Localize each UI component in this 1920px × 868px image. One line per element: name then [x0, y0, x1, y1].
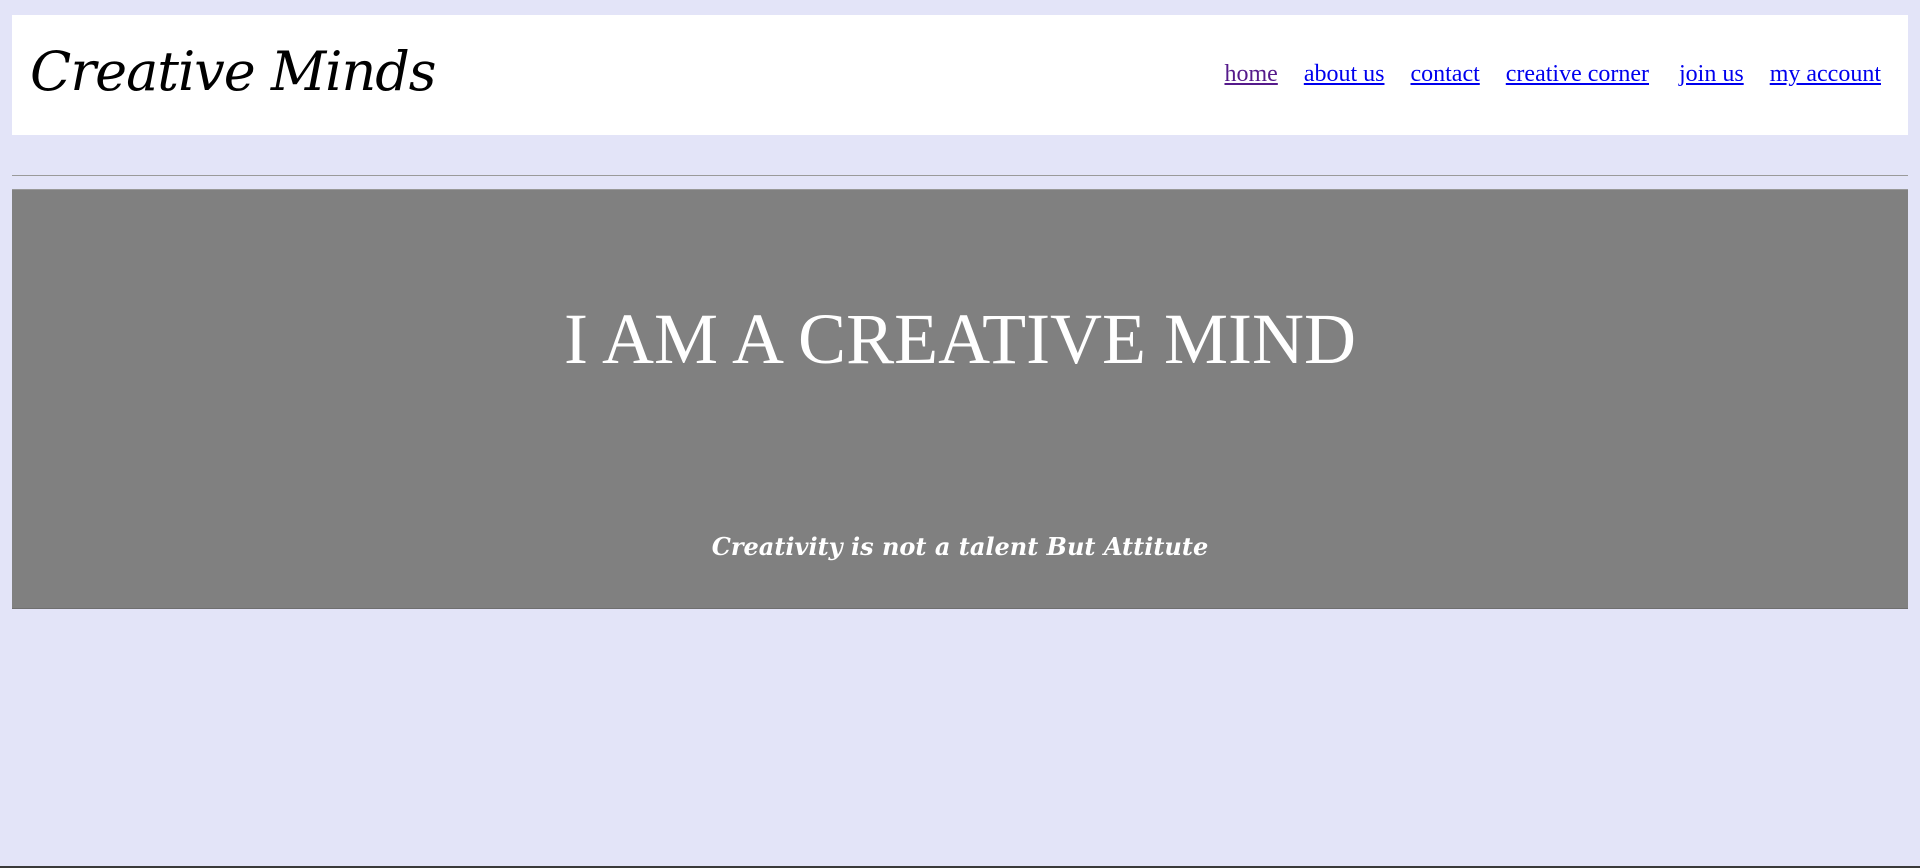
nav-link-creative-corner[interactable]: creative corner — [1506, 61, 1649, 88]
nav-link-contact[interactable]: contact — [1410, 61, 1479, 88]
main-nav: home about us contact creative corner jo… — [1224, 61, 1881, 88]
nav-link-my-account[interactable]: my account — [1770, 61, 1881, 88]
hero-tagline: Creativity is not a talent But Attitute — [711, 532, 1209, 561]
site-header: Creative Minds home about us contact cre… — [12, 15, 1908, 135]
site-logo[interactable]: Creative Minds — [30, 45, 437, 99]
hero-banner: I AM A CREATIVE MIND Creativity is not a… — [12, 189, 1908, 609]
nav-link-about-us[interactable]: about us — [1304, 61, 1385, 88]
horizontal-rule — [12, 175, 1908, 176]
top-strip — [0, 0, 1920, 4]
hero-title: I AM A CREATIVE MIND — [563, 299, 1357, 379]
nav-link-join-us[interactable]: join us — [1679, 61, 1744, 88]
nav-link-home[interactable]: home — [1224, 61, 1277, 88]
